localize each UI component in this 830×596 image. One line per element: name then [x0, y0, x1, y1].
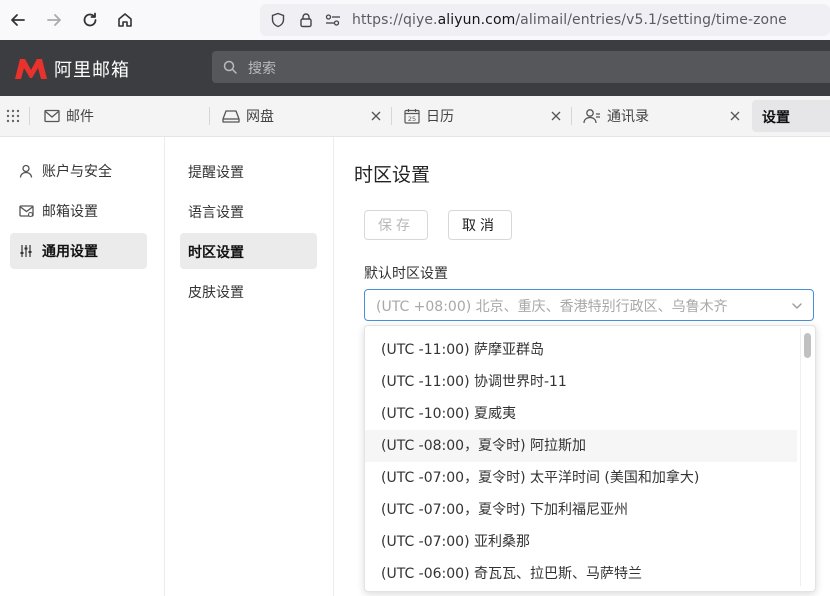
subnav-item-reminder[interactable]: 提醒设置: [180, 153, 317, 189]
close-tab-drive-button[interactable]: [368, 108, 384, 124]
dropdown-scrollbar[interactable]: [800, 328, 813, 586]
sidebar-item-account-security[interactable]: 账户与安全: [10, 153, 147, 189]
mail-icon: [44, 109, 60, 123]
chevron-down-icon: [792, 303, 802, 309]
timezone-option[interactable]: (UTC -12:00) 国际日期变更线西: [365, 326, 797, 334]
tab-calendar[interactable]: 25 日历: [404, 96, 454, 136]
save-button[interactable]: 保存: [364, 210, 428, 240]
timezone-option[interactable]: (UTC -08:00，夏令时) 阿拉斯加: [365, 430, 797, 462]
cancel-button[interactable]: 取消: [448, 210, 512, 240]
close-tab-calendar-button[interactable]: [548, 108, 564, 124]
reload-icon: [83, 12, 97, 27]
timezone-option[interactable]: (UTC -11:00) 萨摩亚群岛: [365, 334, 797, 366]
permissions-icon: [325, 14, 340, 26]
browser-toolbar: https://qiye.aliyun.com/alimail/entries/…: [0, 0, 830, 41]
reload-button[interactable]: [76, 6, 104, 34]
forward-button[interactable]: [40, 6, 68, 34]
subnav-item-timezone[interactable]: 时区设置: [180, 233, 317, 269]
tab-label: 邮件: [66, 109, 94, 125]
close-tab-contacts-button[interactable]: [727, 108, 743, 124]
apps-grid-button[interactable]: [6, 96, 20, 136]
address-bar[interactable]: https://qiye.aliyun.com/alimail/entries/…: [260, 4, 830, 36]
back-button[interactable]: [4, 6, 32, 34]
mailbox-settings-icon: [18, 204, 34, 218]
tab-label: 设置: [762, 110, 790, 126]
svg-text:25: 25: [408, 115, 416, 123]
close-icon: [730, 111, 740, 121]
arrow-left-icon: [11, 14, 25, 26]
timezone-options-list: (UTC -12:00) 国际日期变更线西(UTC -11:00) 萨摩亚群岛(…: [365, 326, 797, 590]
tab-divider: [391, 107, 392, 125]
url-text: https://qiye.aliyun.com/alimail/entries/…: [352, 12, 787, 28]
close-icon: [371, 111, 381, 121]
tab-divider: [209, 107, 210, 125]
sidebar-item-label: 邮箱设置: [42, 204, 98, 220]
sidebar-item-label: 通用设置: [42, 244, 98, 260]
home-icon: [118, 13, 132, 27]
timezone-option[interactable]: (UTC -10:00) 夏威夷: [365, 398, 797, 430]
grid-icon: [6, 109, 20, 123]
timezone-select[interactable]: (UTC +08:00) 北京、重庆、香港特别行政区、乌鲁木齐: [364, 289, 814, 321]
tab-contacts[interactable]: 通讯录: [583, 96, 649, 136]
tab-divider: [29, 107, 30, 125]
app-header: 阿里邮箱 搜索: [0, 40, 830, 96]
tab-label: 通讯录: [607, 109, 649, 125]
scrollbar-thumb[interactable]: [804, 333, 811, 358]
timezone-field-label: 默认时区设置: [364, 266, 448, 282]
sidebar-item-mailbox-settings[interactable]: 邮箱设置: [10, 193, 147, 229]
tab-drive[interactable]: 网盘: [222, 96, 274, 136]
search-input[interactable]: 搜索: [212, 51, 830, 83]
contacts-icon: [583, 109, 600, 124]
general-settings-subnav: 提醒设置 语言设置 时区设置 皮肤设置: [165, 137, 334, 596]
sliders-icon: [18, 244, 34, 258]
timezone-select-value: (UTC +08:00) 北京、重庆、香港特别行政区、乌鲁木齐: [376, 299, 728, 315]
timezone-option[interactable]: (UTC -07:00，夏令时) 下加利福尼亚州: [365, 494, 797, 526]
tab-divider: [571, 107, 572, 125]
subnav-item-label: 提醒设置: [188, 165, 244, 181]
sidebar-item-general-settings[interactable]: 通用设置: [10, 233, 147, 269]
tab-mail[interactable]: 邮件: [44, 96, 94, 136]
alimail-logo-icon: [15, 59, 47, 79]
subnav-item-language[interactable]: 语言设置: [180, 193, 317, 229]
arrow-right-icon: [47, 14, 61, 26]
subnav-item-label: 时区设置: [188, 245, 244, 261]
settings-sidebar: 账户与安全 邮箱设置 通用设置: [0, 137, 165, 596]
close-icon: [551, 111, 561, 121]
subnav-item-skin[interactable]: 皮肤设置: [180, 273, 317, 309]
home-button[interactable]: [111, 6, 139, 34]
sidebar-item-label: 账户与安全: [42, 164, 112, 180]
tab-label: 日历: [426, 109, 454, 125]
timezone-dropdown: (UTC -12:00) 国际日期变更线西(UTC -11:00) 萨摩亚群岛(…: [364, 325, 816, 592]
subnav-item-label: 语言设置: [188, 205, 244, 221]
logo[interactable]: 阿里邮箱: [14, 56, 130, 82]
timezone-option[interactable]: (UTC -11:00) 协调世界时-11: [365, 366, 797, 398]
module-tabs: 邮件 网盘 25 日历 通讯录 设置: [0, 96, 830, 137]
calendar-icon: 25: [404, 109, 420, 124]
timezone-option[interactable]: (UTC -06:00) 奇瓦瓦、拉巴斯、马萨特兰: [365, 558, 797, 590]
timezone-option[interactable]: (UTC -07:00) 亚利桑那: [365, 526, 797, 558]
search-icon: [223, 60, 237, 74]
logo-text: 阿里邮箱: [54, 60, 130, 81]
tab-settings[interactable]: 设置: [752, 100, 830, 132]
user-icon: [18, 164, 34, 178]
lock-icon: [300, 13, 312, 28]
subnav-item-label: 皮肤设置: [188, 285, 244, 301]
tab-label: 网盘: [246, 109, 274, 125]
search-placeholder: 搜索: [248, 61, 276, 77]
timezone-option[interactable]: (UTC -07:00，夏令时) 太平洋时间 (美国和加拿大): [365, 462, 797, 494]
page-title: 时区设置: [354, 164, 431, 186]
shield-icon: [271, 12, 285, 28]
drive-icon: [222, 110, 240, 123]
